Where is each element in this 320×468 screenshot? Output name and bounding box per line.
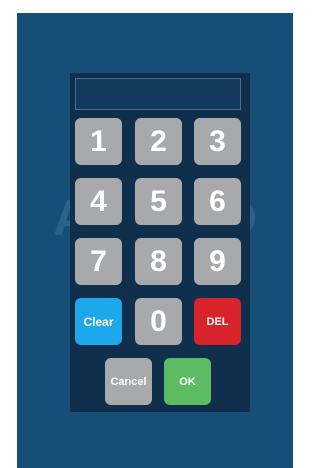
cancel-button[interactable]: Cancel <box>105 358 152 405</box>
key-6[interactable]: 6 <box>194 178 241 225</box>
key-9[interactable]: 9 <box>194 238 241 285</box>
key-2[interactable]: 2 <box>135 118 182 165</box>
key-5[interactable]: 5 <box>135 178 182 225</box>
pin-display-field[interactable] <box>75 78 241 110</box>
pin-keypad-dialog: 1 2 3 4 5 6 7 8 9 Clear 0 DEL Cancel OK <box>70 73 250 412</box>
key-4[interactable]: 4 <box>75 178 122 225</box>
delete-button[interactable]: DEL <box>194 298 241 345</box>
key-3[interactable]: 3 <box>194 118 241 165</box>
app-screen: A O 1 2 3 4 5 6 7 8 9 Clear 0 DEL Cancel… <box>17 13 293 468</box>
clear-button[interactable]: Clear <box>75 298 122 345</box>
key-1[interactable]: 1 <box>75 118 122 165</box>
key-7[interactable]: 7 <box>75 238 122 285</box>
ok-button[interactable]: OK <box>164 358 211 405</box>
key-8[interactable]: 8 <box>135 238 182 285</box>
key-0[interactable]: 0 <box>135 298 182 345</box>
